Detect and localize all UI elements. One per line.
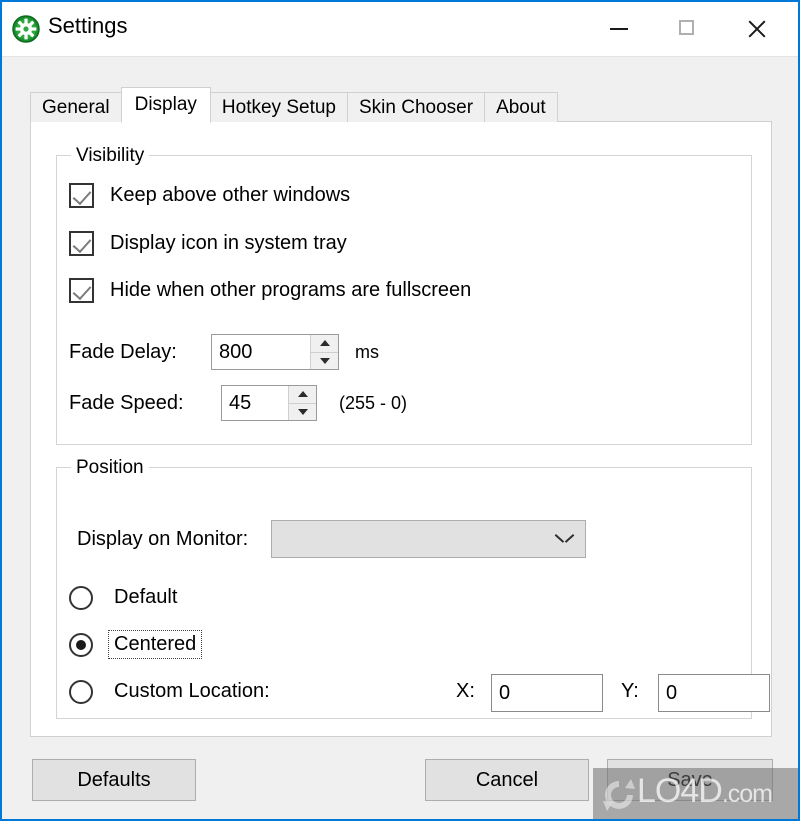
arrow-down-icon — [319, 357, 330, 364]
save-button[interactable]: Save — [607, 759, 773, 801]
maximize-button[interactable] — [654, 2, 720, 54]
radio-label: Centered — [107, 630, 203, 659]
display-on-monitor-row: Display on Monitor: — [77, 520, 587, 558]
arrow-up-icon — [297, 391, 308, 398]
x-coordinate-label: X: — [456, 680, 475, 702]
tab-about[interactable]: About — [484, 92, 558, 122]
visibility-group: Visibility Keep above other windows Disp… — [56, 145, 752, 445]
title-bar: Settings — [2, 2, 798, 57]
tab-general[interactable]: General — [30, 92, 122, 122]
minimize-icon — [610, 28, 628, 30]
position-group: Position Display on Monitor: Default Cen… — [56, 457, 770, 719]
checkbox-display-icon-in-system-tray[interactable]: Display icon in system tray — [69, 231, 347, 256]
radio-unselected-icon — [69, 679, 93, 704]
fade-speed-decrement-button[interactable] — [289, 403, 316, 420]
visibility-group-label: Visibility — [71, 145, 150, 167]
checkbox-checked-icon — [69, 183, 94, 208]
radio-label: Default — [114, 586, 178, 608]
defaults-button[interactable]: Defaults — [32, 759, 196, 801]
arrow-down-icon — [297, 408, 308, 415]
tab-skin-chooser[interactable]: Skin Chooser — [347, 92, 486, 122]
checkbox-label: Hide when other programs are fullscreen — [110, 279, 472, 301]
fade-speed-input[interactable]: 45 — [222, 386, 288, 420]
settings-window: Settings General Display Hotkey Setup Sk… — [0, 0, 800, 821]
arrow-up-icon — [319, 340, 330, 347]
checkbox-label: Keep above other windows — [110, 184, 351, 206]
tab-strip: General Display Hotkey Setup Skin Choose… — [30, 87, 558, 123]
radio-selected-icon — [69, 632, 93, 657]
position-group-label: Position — [71, 457, 149, 479]
display-tab-panel: Visibility Keep above other windows Disp… — [30, 121, 772, 737]
fade-speed-label: Fade Speed: — [69, 391, 184, 414]
fade-delay-spinner[interactable]: 800 — [211, 334, 339, 370]
fade-speed-increment-button[interactable] — [289, 386, 316, 404]
fade-speed-spin-buttons — [288, 386, 316, 420]
close-icon — [746, 17, 768, 39]
window-title: Settings — [48, 13, 128, 38]
radio-label: Custom Location: — [114, 680, 270, 702]
fade-delay-decrement-button[interactable] — [311, 352, 338, 369]
minimize-button[interactable] — [586, 2, 652, 54]
checkbox-keep-above-other-windows[interactable]: Keep above other windows — [69, 183, 350, 208]
checkbox-checked-icon — [69, 231, 94, 256]
fade-speed-range: (255 - 0) — [339, 392, 408, 413]
fade-speed-row: Fade Speed: 45 (255 - 0) — [69, 385, 407, 421]
radio-unselected-icon — [69, 585, 93, 610]
y-coordinate-label: Y: — [621, 680, 639, 702]
radio-centered[interactable]: Centered — [69, 630, 203, 659]
fade-delay-row: Fade Delay: 800 ms — [69, 334, 379, 370]
y-coordinate-input[interactable]: 0 — [658, 674, 770, 712]
display-on-monitor-label: Display on Monitor: — [77, 527, 249, 550]
fade-delay-input[interactable]: 800 — [212, 335, 310, 369]
tab-hotkey-setup[interactable]: Hotkey Setup — [209, 92, 348, 122]
tab-display[interactable]: Display — [120, 87, 211, 123]
checkbox-checked-icon — [69, 278, 94, 303]
radio-default[interactable]: Default — [69, 585, 181, 610]
fade-speed-spinner[interactable]: 45 — [221, 385, 317, 421]
display-on-monitor-select[interactable] — [271, 520, 587, 558]
close-button[interactable] — [724, 2, 790, 54]
chevron-down-icon — [558, 533, 571, 546]
fade-delay-increment-button[interactable] — [311, 335, 338, 353]
radio-custom-location[interactable]: Custom Location: — [69, 679, 274, 704]
cancel-button[interactable]: Cancel — [425, 759, 589, 801]
checkbox-label: Display icon in system tray — [110, 232, 347, 254]
maximize-icon — [679, 20, 694, 35]
x-coordinate-input[interactable]: 0 — [491, 674, 603, 712]
checkbox-hide-when-fullscreen[interactable]: Hide when other programs are fullscreen — [69, 278, 471, 303]
fade-delay-unit: ms — [355, 341, 379, 362]
fade-delay-label: Fade Delay: — [69, 340, 177, 363]
app-gear-icon — [12, 15, 40, 43]
fade-delay-spin-buttons — [310, 335, 338, 369]
